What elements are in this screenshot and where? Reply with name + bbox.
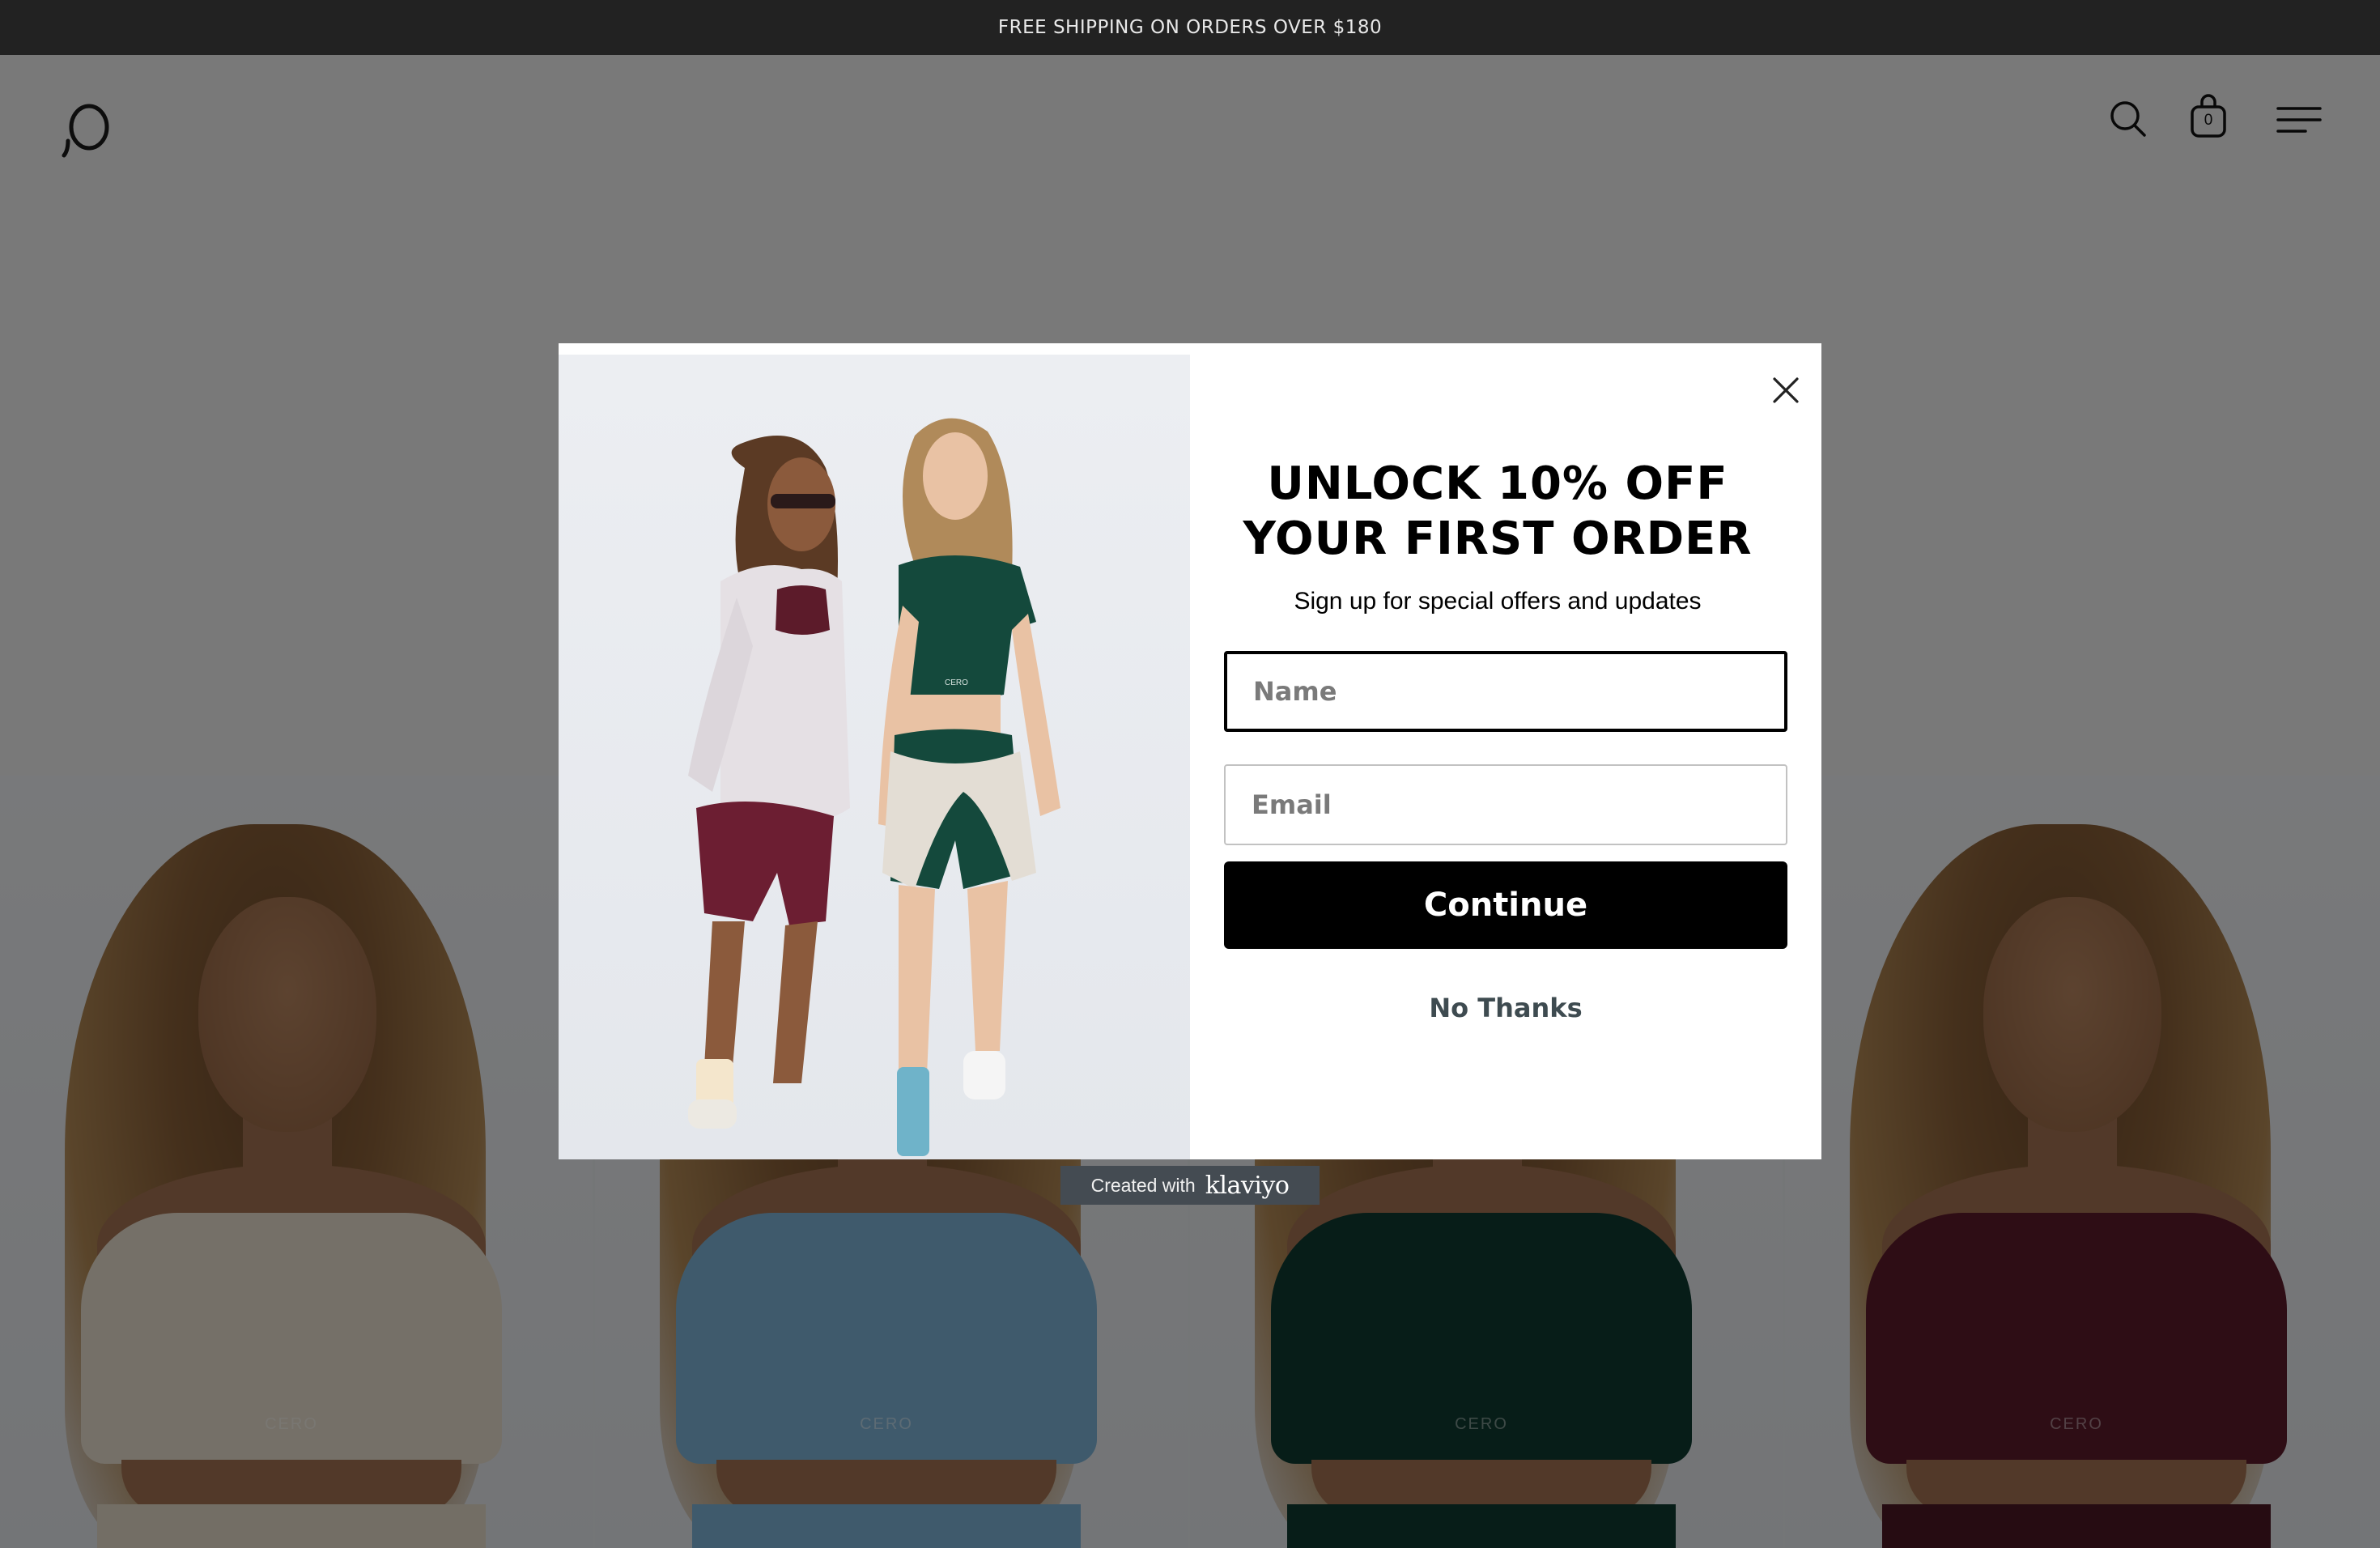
headline-line-2: YOUR FIRST ORDER (1243, 512, 1753, 565)
headline-line-1: UNLOCK 10% OFF (1267, 457, 1728, 510)
garment-brand-label: CERO (945, 678, 968, 687)
signup-modal: CERO UNLOCK 10% OFF YOUR FIRST ORDER Sig… (559, 343, 1821, 1159)
announcement-text: FREE SHIPPING ON ORDERS OVER $180 (997, 17, 1383, 38)
klaviyo-badge[interactable]: Created with klaviyo (1060, 1166, 1320, 1205)
modal-subtitle: Sign up for special offers and updates (1294, 588, 1702, 615)
created-with-text: Created with (1090, 1174, 1196, 1196)
promo-image: CERO (559, 355, 1190, 1159)
modal-headline: UNLOCK 10% OFF YOUR FIRST ORDER (1222, 457, 1773, 567)
continue-button[interactable]: Continue (1224, 861, 1787, 949)
klaviyo-logo: klaviyo (1205, 1171, 1290, 1200)
models-illustration: CERO (688, 418, 1060, 1156)
no-thanks-link[interactable]: No Thanks (1224, 993, 1787, 1023)
announcement-bar: FREE SHIPPING ON ORDERS OVER $180 (0, 0, 2380, 55)
close-icon[interactable] (1763, 368, 1808, 413)
name-field[interactable] (1224, 651, 1787, 732)
email-field[interactable] (1224, 764, 1787, 845)
